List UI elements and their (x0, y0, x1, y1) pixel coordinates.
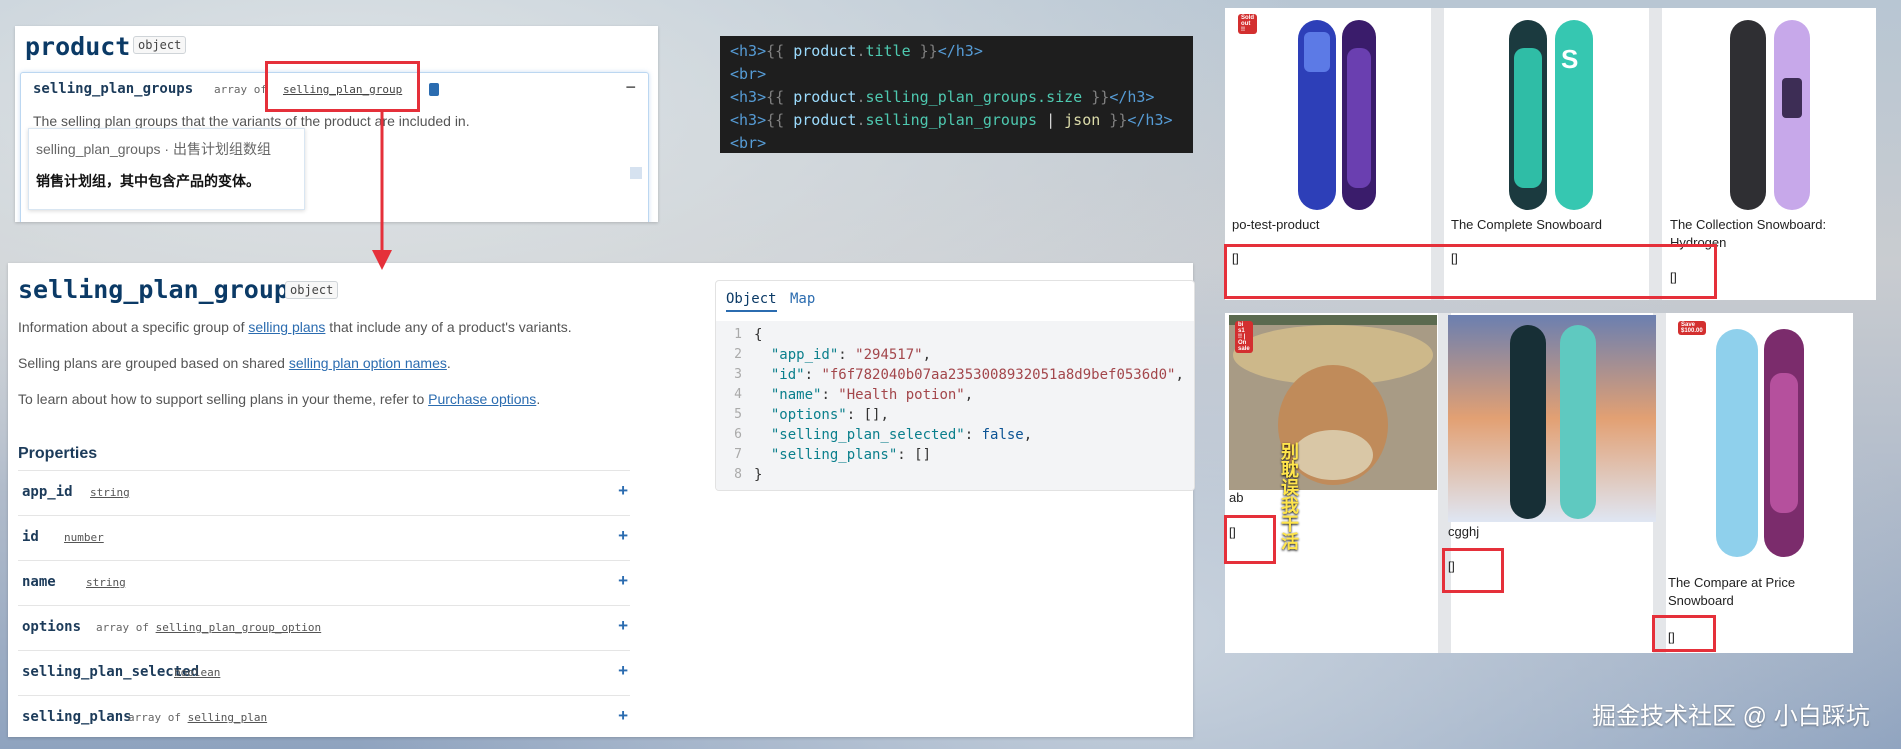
translation-tooltip: selling_plan_groups · 出售计划组数组 销售计划组，其中包含… (28, 128, 305, 210)
product-name[interactable]: The Complete Snowboard (1451, 216, 1641, 234)
page-title: selling_plan_group (18, 275, 289, 304)
property-type[interactable]: string (90, 486, 130, 499)
expand-icon[interactable]: + (618, 571, 628, 591)
property-type[interactable]: boolean (174, 666, 220, 679)
json-line: "id": "f6f782040b07aa2353008932051a8d9be… (770, 367, 1184, 383)
collapse-icon[interactable]: − (625, 77, 636, 98)
property-description: The selling plan groups that the variant… (33, 113, 470, 129)
highlight-box-compare (1652, 615, 1716, 652)
properties-heading: Properties (18, 445, 98, 462)
line-number: 1 (734, 327, 742, 342)
product-image (1229, 315, 1437, 490)
json-line: "name": "Health potion", (770, 387, 974, 403)
code-line-5: <br> (730, 134, 767, 152)
property-row-options[interactable]: options array of selling_plan_group_optio… (18, 605, 630, 650)
property-row-selling-plan-selected[interactable]: selling_plan_selected boolean + (18, 650, 630, 695)
property-row-app-id[interactable]: app_id string + (18, 470, 630, 515)
json-line: { (754, 327, 763, 343)
save-badge: Save $100.00 (1678, 321, 1706, 335)
line-number: 2 (734, 347, 742, 362)
highlight-box-type-link (265, 61, 420, 112)
product-grid-row-2: bi s1 !! | On sale 别耽误我干活 ab [] cgghj []… (1225, 313, 1853, 653)
property-name: id (22, 529, 39, 545)
code-line-1: <h3>{{ product.title }}</h3> (730, 42, 983, 60)
sold-out-badge: Sold out !! (1238, 14, 1257, 34)
property-name: selling_plan_selected (22, 664, 200, 680)
expand-icon[interactable]: + (618, 706, 628, 726)
liquid-code-snippet: <h3>{{ product.title }}</h3> <br> <h3>{{… (720, 36, 1193, 153)
product-image (1448, 315, 1656, 522)
product-image (1668, 313, 1848, 568)
line-number: 7 (734, 447, 742, 462)
line-number: 4 (734, 387, 742, 402)
selling-plan-group-doc-panel: selling_plan_group object Information ab… (8, 263, 1195, 740)
scroll-indicator (630, 167, 642, 179)
property-type[interactable]: array of selling_plan (128, 711, 267, 724)
description-paragraph-2: Selling plans are grouped based on share… (18, 355, 451, 371)
json-line: "options": [], (770, 407, 889, 423)
product-image (1232, 8, 1428, 213)
property-row-selling-plans[interactable]: selling_plans array of selling_plan + (18, 695, 630, 740)
object-badge: object (285, 281, 339, 299)
product-name[interactable]: po-test-product (1232, 216, 1422, 234)
json-code-block: 1 {2 "app_id": "294517", 3 "id": "f6f78204… (716, 321, 1194, 490)
json-line: "selling_plans": [] (770, 447, 932, 463)
product-image (1670, 8, 1866, 213)
expand-icon[interactable]: + (618, 481, 628, 501)
purchase-options-link[interactable]: Purchase options (428, 391, 536, 407)
property-row-id[interactable]: id number + (18, 515, 630, 560)
product-name[interactable]: ab (1229, 489, 1429, 507)
description-paragraph-3: To learn about how to support selling pl… (18, 391, 541, 407)
product-name[interactable]: cgghj (1448, 523, 1648, 541)
property-name: selling_plan_groups (33, 81, 194, 97)
code-line-4: <h3>{{ product.selling_plan_groups | jso… (730, 111, 1173, 129)
description-paragraph-1: Information about a specific group of se… (18, 319, 572, 335)
selling-plans-link[interactable]: selling plans (248, 319, 325, 335)
product-image: S (1451, 8, 1647, 213)
expand-icon[interactable]: + (618, 526, 628, 546)
highlight-box-cgghj (1442, 548, 1504, 593)
code-line-2: <br> (730, 65, 767, 83)
property-name: options (22, 619, 82, 635)
clipboard-icon[interactable] (429, 83, 439, 96)
tab-map[interactable]: Map (790, 291, 815, 307)
json-line: "selling_plan_selected": false, (770, 427, 1033, 443)
viewer-tabs: Object Map (716, 281, 1194, 315)
property-row-name[interactable]: name string + (18, 560, 630, 605)
line-number: 8 (734, 467, 742, 482)
tab-object[interactable]: Object (726, 291, 777, 312)
product-doc-panel: product object selling_plan_groups array… (15, 26, 658, 222)
tooltip-body: 销售计划组，其中包含产品的变体。 (36, 173, 260, 189)
property-name: selling_plans (22, 709, 132, 725)
option-names-link[interactable]: selling plan option names (289, 355, 447, 371)
property-type[interactable]: array of selling_plan_group_option (96, 621, 321, 634)
highlight-box-ab (1224, 515, 1276, 564)
property-name: name (22, 574, 56, 590)
highlight-box-row-1 (1224, 244, 1717, 299)
line-number: 5 (734, 407, 742, 422)
code-line-3: <h3>{{ product.selling_plan_groups.size … (730, 88, 1155, 106)
json-line: "app_id": "294517", (770, 347, 932, 363)
on-sale-badge: bi s1 !! | On sale (1235, 321, 1253, 353)
expand-icon[interactable]: + (618, 616, 628, 636)
property-type-prefix: array of (214, 83, 267, 96)
object-badge: object (133, 36, 187, 54)
property-type[interactable]: number (64, 531, 104, 544)
json-line: } (754, 467, 763, 483)
property-type[interactable]: string (86, 576, 126, 589)
product-name[interactable]: The Compare at Price Snowboard (1668, 574, 1848, 610)
tooltip-title: selling_plan_groups · 出售计划组数组 (36, 141, 271, 157)
svg-text:S: S (1561, 44, 1578, 74)
page-title: product (25, 32, 131, 61)
line-number: 6 (734, 427, 742, 442)
property-name: app_id (22, 484, 73, 500)
line-number: 3 (734, 367, 742, 382)
expand-icon[interactable]: + (618, 661, 628, 681)
json-viewer: Object Map 1 {2 "app_id": "294517", 3 "id"… (715, 280, 1195, 491)
watermark: 掘金技术社区 @ 小白踩坑 (1592, 703, 1870, 730)
